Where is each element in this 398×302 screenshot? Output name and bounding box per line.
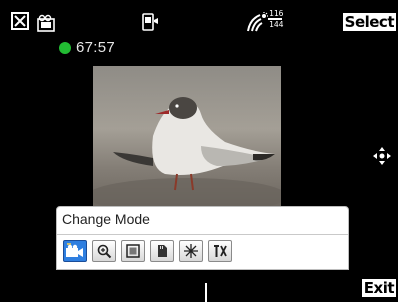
memory-card-icon (158, 245, 167, 257)
zoom-button[interactable] (92, 240, 116, 262)
video-mode-button[interactable] (63, 240, 87, 262)
sparkle-icon (184, 244, 198, 258)
frame-button[interactable] (121, 240, 145, 262)
magnifier-icon (97, 244, 112, 259)
mode-panel-divider (57, 234, 348, 235)
recording-timer: 67:57 (76, 39, 116, 56)
frame-icon (126, 244, 140, 258)
settings-button[interactable] (208, 240, 232, 262)
exit-softkey[interactable]: Exit (361, 279, 396, 297)
select-softkey[interactable]: Select (342, 13, 396, 31)
signal-icon (247, 12, 268, 32)
camera-preview (93, 66, 281, 206)
effects-button[interactable] (179, 240, 203, 262)
close-button[interactable] (11, 12, 29, 30)
tools-icon (214, 245, 227, 257)
video-camera-icon (37, 14, 55, 32)
recording-indicator (59, 42, 71, 54)
seagull-image (93, 97, 281, 206)
mode-toolbar (63, 240, 232, 262)
battery-icon (268, 18, 282, 20)
dpad-icon[interactable] (372, 146, 392, 166)
signal-strength-bottom: 144 (269, 20, 284, 29)
storage-button[interactable] (150, 240, 174, 262)
signal-strength-top: 116 (269, 9, 284, 18)
mode-panel-title: Change Mode (62, 211, 150, 227)
change-mode-panel: Change Mode (56, 206, 349, 270)
close-icon (14, 15, 26, 27)
softkey-divider (205, 283, 207, 302)
video-camera-icon (66, 243, 83, 257)
phone-camera-icon (142, 13, 158, 31)
